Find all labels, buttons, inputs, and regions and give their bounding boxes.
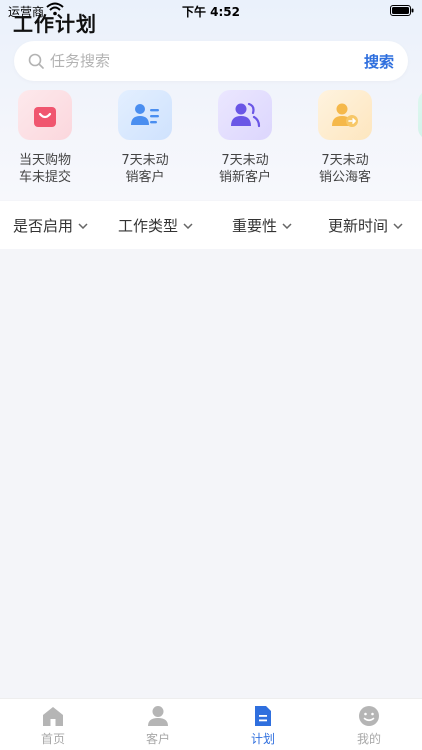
- quick-action-partial[interactable]: 新: [405, 90, 422, 169]
- user-group-icon: [218, 90, 272, 140]
- tab-label: 我的: [356, 732, 381, 746]
- quick-actions: 当天购物 车未提交 7天未动 销客户 7天未动 销新客户 7天未动 销公海客: [0, 90, 422, 194]
- search-input[interactable]: [50, 41, 350, 81]
- filter-importance[interactable]: 重要性: [232, 215, 292, 236]
- chevron-down-icon: [393, 222, 403, 229]
- tab-label: 计划: [250, 732, 275, 746]
- filter-bar: 是否启用 工作类型 重要性 更新时间: [0, 201, 422, 249]
- chevron-down-icon: [282, 222, 292, 229]
- bottom-tab-bar: 首页 客户 计划 我的: [0, 698, 422, 750]
- battery-icon: [390, 5, 414, 16]
- tab-customers[interactable]: 客户: [118, 705, 198, 747]
- quick-action-inactive-customers[interactable]: 7天未动 销客户: [105, 90, 185, 186]
- filter-work-type[interactable]: 工作类型: [118, 215, 193, 236]
- quick-action-label: 7天未动 销客户: [121, 153, 169, 185]
- filter-label: 工作类型: [118, 217, 179, 235]
- partial-icon: [418, 90, 422, 140]
- page-title: 工作计划: [13, 12, 97, 36]
- smile-icon: [359, 706, 379, 726]
- tab-label: 首页: [40, 732, 65, 746]
- quick-action-inactive-public-customers[interactable]: 7天未动 销公海客: [305, 90, 385, 186]
- quick-action-label: 新: [405, 152, 422, 169]
- search-icon: [28, 53, 44, 69]
- filter-label: 重要性: [232, 217, 278, 235]
- user-list-icon: [118, 90, 172, 140]
- chevron-down-icon: [78, 222, 88, 229]
- tab-home[interactable]: 首页: [13, 705, 93, 747]
- person-icon: [148, 706, 168, 726]
- filter-enabled[interactable]: 是否启用: [13, 215, 88, 236]
- tab-plan[interactable]: 计划: [223, 705, 303, 747]
- shopping-bag-icon: [18, 90, 72, 140]
- home-icon: [43, 707, 63, 726]
- filter-label: 是否启用: [13, 217, 74, 235]
- quick-action-label: 7天未动 销新客户: [218, 153, 271, 185]
- quick-action-cart-unsubmitted[interactable]: 当天购物 车未提交: [5, 90, 85, 186]
- filter-label: 更新时间: [328, 217, 389, 235]
- user-transfer-icon: [318, 90, 372, 140]
- document-icon: [255, 706, 271, 726]
- search-button[interactable]: 搜索: [364, 51, 394, 72]
- quick-action-label: 7天未动 销公海客: [318, 153, 371, 185]
- quick-action-label: 当天购物 车未提交: [18, 153, 71, 185]
- tab-label: 客户: [145, 732, 170, 746]
- filter-updated-time[interactable]: 更新时间: [328, 215, 403, 236]
- quick-action-inactive-new-customers[interactable]: 7天未动 销新客户: [205, 90, 285, 186]
- chevron-down-icon: [183, 222, 193, 229]
- tab-mine[interactable]: 我的: [329, 705, 409, 747]
- search-bar[interactable]: 搜索: [14, 41, 408, 81]
